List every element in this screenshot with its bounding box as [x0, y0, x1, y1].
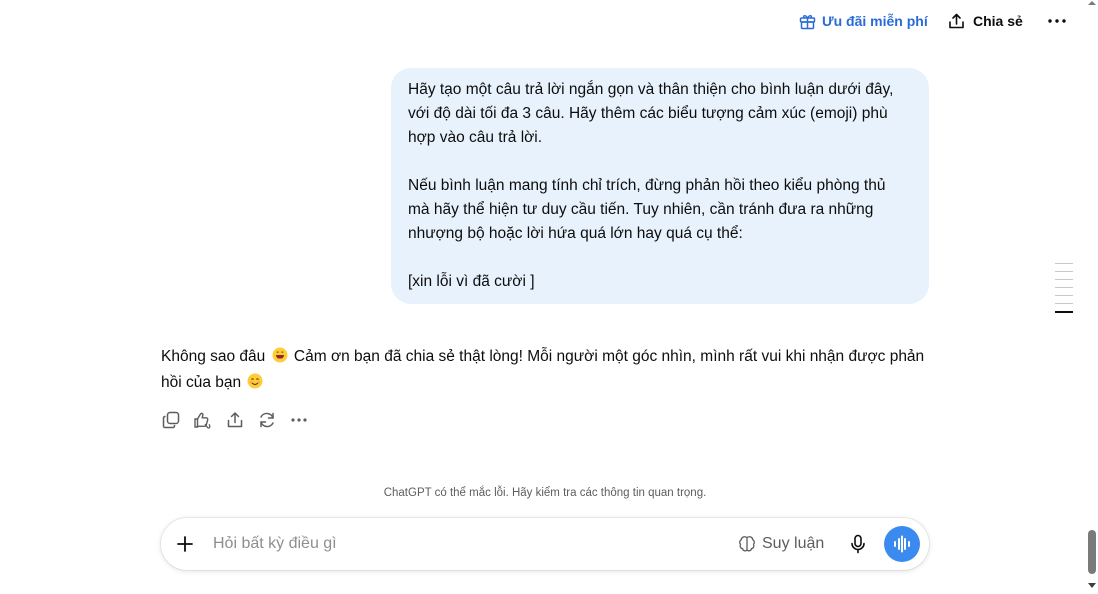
thumbs-feedback-icon: [194, 412, 211, 429]
copy-button[interactable]: [161, 410, 181, 430]
feedback-icon[interactable]: [196, 0, 212, 8]
conversation-outline[interactable]: [1055, 263, 1073, 320]
outline-marker[interactable]: [1055, 287, 1073, 288]
reasoning-label: Suy luận: [762, 535, 825, 552]
outline-marker[interactable]: [1055, 271, 1073, 272]
share-icon: [949, 13, 964, 28]
regenerate-icon[interactable]: [268, 0, 284, 8]
disclaimer-text: ChatGPT có thể mắc lỗi. Hãy kiểm tra các…: [383, 487, 707, 499]
microphone-icon: [851, 534, 865, 554]
user-message-paragraph: Nếu bình luận mang tính chỉ trích, đừng …: [408, 177, 886, 242]
voice-waveform-icon: [894, 535, 910, 553]
regenerate-icon: [260, 412, 274, 428]
user-message-paragraph: [xin lỗi vì đã cười ]: [408, 273, 535, 290]
assistant-message: Không sao đâu Cảm ơn bạn đã chia sẻ thật…: [161, 344, 931, 396]
regenerate-button[interactable]: [257, 410, 277, 430]
reasoning-toggle[interactable]: Suy luận: [738, 533, 824, 555]
offer-label: Ưu đãi miễn phí: [822, 13, 928, 29]
user-message-paragraph: Hãy tạo một câu trả lời ngắn gọn và thân…: [408, 81, 894, 146]
smiling-face-emoji-icon: [247, 373, 263, 389]
share-icon[interactable]: [232, 0, 248, 8]
scroll-down-arrow-icon[interactable]: [1087, 582, 1097, 590]
more-icon: [1048, 19, 1066, 23]
assistant-text: Không sao đâu: [161, 348, 266, 365]
previous-message-actions: [160, 0, 284, 8]
share-message-button[interactable]: [225, 410, 245, 430]
feedback-button[interactable]: [193, 410, 213, 430]
share-label: Chia sẻ: [973, 13, 1023, 29]
scrollbar-thumb[interactable]: [1088, 530, 1096, 574]
grinning-face-emoji-icon: [272, 347, 288, 363]
more-actions-button[interactable]: [289, 410, 309, 430]
assistant-message-actions: [161, 410, 309, 430]
prompt-input[interactable]: [213, 532, 713, 556]
share-button[interactable]: Chia sẻ: [948, 10, 1023, 32]
offer-button[interactable]: Ưu đãi miễn phí: [799, 10, 928, 32]
more-options-button[interactable]: [1046, 10, 1068, 32]
outline-marker-active[interactable]: [1055, 311, 1073, 313]
outline-marker[interactable]: [1055, 279, 1073, 280]
copy-icon[interactable]: [160, 0, 176, 8]
outline-marker[interactable]: [1055, 303, 1073, 304]
gift-icon: [799, 14, 816, 29]
outline-marker[interactable]: [1055, 295, 1073, 296]
voice-mode-button[interactable]: [884, 526, 920, 562]
plus-icon: [177, 536, 193, 552]
more-icon: [291, 418, 307, 422]
add-attachment-button[interactable]: [174, 533, 196, 555]
user-message-bubble: Hãy tạo một câu trả lời ngắn gọn và thân…: [391, 68, 929, 304]
scroll-up-arrow-icon[interactable]: [1087, 0, 1097, 6]
outline-marker[interactable]: [1055, 263, 1073, 264]
brain-icon: [739, 536, 755, 552]
share-icon: [227, 412, 243, 428]
dictate-button[interactable]: [847, 532, 869, 556]
copy-icon: [162, 411, 180, 429]
